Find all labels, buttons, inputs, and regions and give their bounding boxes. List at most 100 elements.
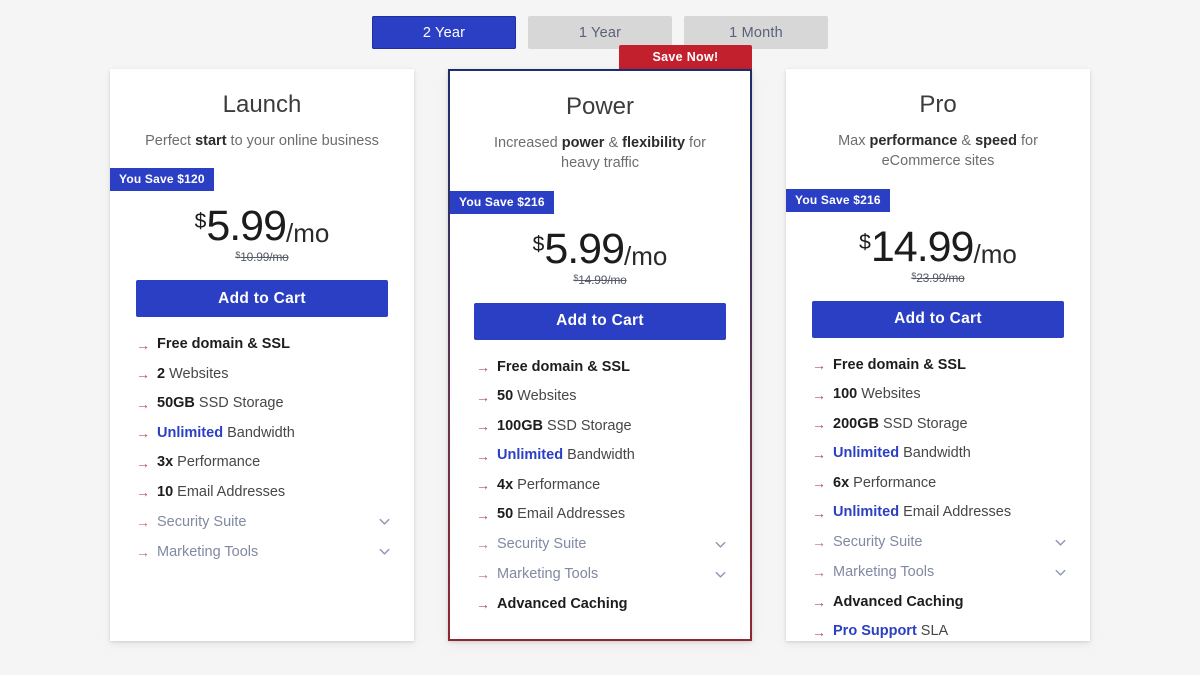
- chevron-down-icon[interactable]: [1053, 535, 1068, 550]
- feature-item: → Pro Support SLA: [812, 624, 1068, 641]
- tagline-part: &: [604, 134, 623, 151]
- add-to-cart-button-power[interactable]: Add to Cart: [474, 302, 726, 340]
- price-block-launch: $5.99/mo $10.99/mo: [110, 205, 414, 265]
- feature-label: 6x Performance: [833, 476, 1068, 491]
- price-period: /mo: [973, 238, 1017, 269]
- feature-label: Marketing Tools: [833, 565, 1053, 580]
- feature-label: Marketing Tools: [157, 544, 377, 560]
- feature-label: Advanced Caching: [833, 595, 1068, 610]
- feature-label: Free domain & SSL: [497, 360, 728, 375]
- feature-label: Advanced Caching: [497, 597, 728, 612]
- save-badge-pro: You Save $216: [786, 188, 890, 212]
- feature-emphasis: Advanced Caching: [497, 595, 628, 612]
- arrow-right-icon: →: [476, 359, 490, 376]
- feature-rest: Email Addresses: [513, 506, 626, 523]
- feature-rest: Performance: [173, 454, 261, 471]
- price-currency: $: [859, 230, 871, 254]
- arrow-right-icon: →: [476, 596, 490, 613]
- plan-card-launch: Launch Perfect start to your online busin…: [110, 69, 414, 641]
- feature-item: → Advanced Caching: [476, 597, 728, 627]
- add-to-cart-button-pro[interactable]: Add to Cart: [812, 300, 1064, 338]
- plan-tagline-launch: Perfect start to your online business: [136, 131, 388, 152]
- term-option-2-year[interactable]: 2 Year: [372, 16, 516, 49]
- feature-item: → 4x Performance: [476, 478, 728, 508]
- feature-rest: Bandwidth: [223, 424, 295, 441]
- plan-name-launch: Launch: [222, 91, 302, 118]
- original-price-value: 23.99/mo: [916, 270, 965, 285]
- save-badge-row: You Save $216: [450, 174, 750, 214]
- price-currency: $: [532, 232, 545, 256]
- feature-emphasis: 200GB: [833, 415, 879, 432]
- tagline-part: speed: [975, 132, 1017, 149]
- feature-rest: Security Suite: [833, 534, 923, 551]
- chevron-down-icon[interactable]: [377, 544, 392, 559]
- feature-rest: Security Suite: [157, 513, 247, 530]
- arrow-right-icon: →: [812, 564, 826, 581]
- feature-label: 50 Email Addresses: [497, 507, 728, 522]
- feature-label: 3x Performance: [157, 455, 392, 470]
- chevron-down-icon[interactable]: [1053, 565, 1068, 580]
- original-price-launch: $10.99/mo: [110, 250, 414, 264]
- feature-rest: Performance: [513, 476, 601, 493]
- feature-rest: Email Addresses: [899, 504, 1012, 521]
- price-currency: $: [194, 210, 207, 234]
- feature-item[interactable]: → Marketing Tools: [136, 544, 392, 574]
- original-price-value: 10.99/mo: [240, 250, 289, 265]
- feature-item[interactable]: → Security Suite: [812, 535, 1068, 565]
- arrow-right-icon: →: [476, 506, 490, 523]
- feature-item: → Unlimited Email Addresses: [812, 505, 1068, 535]
- feature-item: → Advanced Caching: [812, 595, 1068, 625]
- feature-rest: SSD Storage: [878, 415, 968, 432]
- feature-rest: Bandwidth: [563, 447, 635, 464]
- tagline-part: Perfect: [145, 132, 196, 149]
- feature-emphasis: Unlimited: [497, 447, 564, 464]
- feature-label: Free domain & SSL: [157, 337, 392, 352]
- price-block-pro: $14.99/mo $23.99/mo: [786, 225, 1090, 285]
- feature-emphasis: Unlimited: [833, 504, 900, 521]
- chevron-down-icon[interactable]: [713, 567, 728, 582]
- feature-label: Pro Support SLA: [833, 624, 1068, 639]
- arrow-right-icon: →: [812, 504, 826, 521]
- feature-emphasis: 50: [497, 388, 514, 405]
- feature-label: Unlimited Email Addresses: [833, 505, 1068, 520]
- feature-item: → 200GB SSD Storage: [812, 417, 1068, 447]
- chevron-down-icon[interactable]: [377, 514, 392, 529]
- feature-item: → 2 Websites: [136, 367, 392, 397]
- feature-item[interactable]: → Security Suite: [476, 537, 728, 567]
- original-price-pro: $23.99/mo: [786, 271, 1090, 285]
- chevron-down-icon[interactable]: [713, 537, 728, 552]
- arrow-right-icon: →: [476, 447, 490, 464]
- feature-emphasis: 50GB: [157, 395, 195, 412]
- arrow-right-icon: →: [136, 336, 150, 353]
- tagline-part: Increased: [494, 134, 562, 151]
- arrow-right-icon: →: [136, 513, 150, 530]
- arrow-right-icon: →: [136, 484, 150, 501]
- feature-item[interactable]: → Marketing Tools: [476, 567, 728, 597]
- add-to-cart-button-launch[interactable]: Add to Cart: [136, 280, 388, 318]
- feature-emphasis: Unlimited: [157, 424, 224, 441]
- feature-rest: Marketing Tools: [833, 564, 935, 581]
- feature-label: Security Suite: [497, 537, 713, 552]
- save-now-ribbon: Save Now!: [619, 45, 752, 70]
- save-badge-row: You Save $216: [786, 172, 1090, 212]
- feature-item: → Unlimited Bandwidth: [812, 446, 1068, 476]
- feature-item[interactable]: → Marketing Tools: [812, 565, 1068, 595]
- price-period: /mo: [624, 240, 668, 271]
- arrow-right-icon: →: [476, 566, 490, 583]
- feature-item[interactable]: → Security Suite: [136, 514, 392, 544]
- feature-item: → 3x Performance: [136, 455, 392, 485]
- feature-item: → 50 Websites: [476, 389, 728, 419]
- feature-item: → 100GB SSD Storage: [476, 419, 728, 449]
- feature-label: Unlimited Bandwidth: [497, 448, 728, 463]
- plan-card-wrapper-power: Save Now! Power Increased power & flexibil…: [448, 45, 752, 641]
- feature-emphasis: Pro Support: [833, 623, 917, 640]
- feature-emphasis: 6x: [833, 474, 850, 491]
- arrow-right-icon: →: [812, 445, 826, 462]
- feature-item: → Free domain & SSL: [476, 360, 728, 390]
- arrow-right-icon: →: [812, 534, 826, 551]
- feature-item: → 50 Email Addresses: [476, 507, 728, 537]
- plan-tagline-pro: Max performance & speed for eCommerce si…: [812, 131, 1064, 172]
- price-amount: 5.99: [544, 224, 625, 273]
- arrow-right-icon: →: [136, 425, 150, 442]
- plan-card-power: Power Increased power & flexibility for h…: [448, 69, 752, 641]
